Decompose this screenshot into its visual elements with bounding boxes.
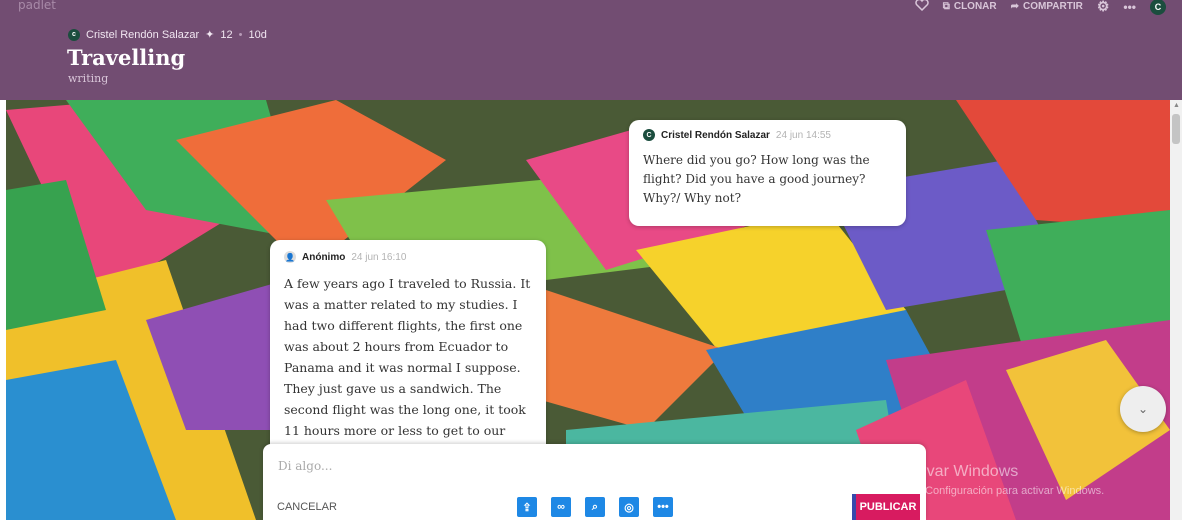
post-header: C Cristel Rendón Salazar 24 jun 14:55 <box>643 129 892 141</box>
post-card[interactable]: C Cristel Rendón Salazar 24 jun 14:55 Wh… <box>629 120 906 226</box>
post-card[interactable]: 👤 Anónimo 24 jun 16:10 A few years ago I… <box>270 240 546 455</box>
post-author: Cristel Rendón Salazar <box>661 129 770 141</box>
author-avatar: c <box>68 28 80 41</box>
board-header: padlet ⧉ CLONAR ➦ COMPARTIR ⚙ ••• C c Cr… <box>0 0 1182 100</box>
top-toolbar: ⧉ CLONAR ➦ COMPARTIR ⚙ ••• C <box>914 0 1166 15</box>
chevron-down-icon[interactable]: ⌄ <box>1120 386 1166 432</box>
post-date: 24 jun 14:55 <box>775 129 831 141</box>
padlet-logo[interactable]: padlet <box>18 0 56 12</box>
board-title: Travelling <box>67 45 186 70</box>
heart-icon[interactable] <box>914 0 929 14</box>
author-avatar: C <box>643 129 655 141</box>
publish-button[interactable]: PUBLICAR <box>852 494 920 520</box>
attachment-toolbar: ⇪ ∞ ⌕ ◎ ••• <box>517 497 673 517</box>
link-icon[interactable]: ∞ <box>551 497 571 517</box>
clone-button[interactable]: ⧉ CLONAR <box>943 1 997 12</box>
upload-icon[interactable]: ⇪ <box>517 497 537 517</box>
more-icon[interactable]: ••• <box>1123 0 1136 14</box>
scroll-thumb[interactable] <box>1172 114 1180 144</box>
more-icon[interactable]: ••• <box>653 497 673 517</box>
board-scrollbar[interactable]: ▲ <box>1170 100 1182 520</box>
gear-icon[interactable]: ⚙ <box>1097 0 1110 15</box>
clone-icon: ⧉ <box>942 1 950 12</box>
share-button[interactable]: ➦ COMPARTIR <box>1011 1 1083 12</box>
post-date: 24 jun 16:10 <box>351 251 407 263</box>
comment-composer: Di algo... CANCELAR ⇪ ∞ ⌕ ◎ ••• PUBLICAR <box>263 444 926 520</box>
search-icon[interactable]: ⌕ <box>585 497 605 517</box>
watermark-title: Activar Windows <box>900 463 1019 480</box>
clone-label: CLONAR <box>953 1 997 12</box>
board-author[interactable]: Cristel Rendón Salazar <box>86 29 199 41</box>
separator-dot: • <box>238 28 243 41</box>
cancel-button[interactable]: CANCELAR <box>277 501 337 513</box>
windows-activation-watermark: Activar Windows Ve a Configuración para … <box>900 463 1104 497</box>
star-icon: ✦ <box>205 29 215 41</box>
board-meta: c Cristel Rendón Salazar ✦ 12 • 10d <box>68 28 267 41</box>
watermark-subtitle: Ve a Configuración para activar Windows. <box>900 485 1105 497</box>
user-avatar[interactable]: C <box>1150 0 1166 15</box>
like-count: 12 <box>220 28 233 41</box>
share-label: COMPARTIR <box>1023 1 1083 12</box>
anonymous-user-icon: 👤 <box>284 251 296 263</box>
share-icon: ➦ <box>1010 1 1020 12</box>
camera-icon[interactable]: ◎ <box>619 497 639 517</box>
post-header: 👤 Anónimo 24 jun 16:10 <box>284 251 532 263</box>
scroll-up-icon[interactable]: ▲ <box>1173 102 1180 109</box>
comment-input[interactable]: Di algo... <box>278 459 332 473</box>
board-age: 10d <box>248 28 267 41</box>
post-author: Anónimo <box>302 251 346 263</box>
post-body: Where did you go? How long was the fligh… <box>643 153 870 205</box>
post-body: A few years ago I traveled to Russia. It… <box>284 276 531 455</box>
board-subtitle: writing <box>68 72 109 85</box>
